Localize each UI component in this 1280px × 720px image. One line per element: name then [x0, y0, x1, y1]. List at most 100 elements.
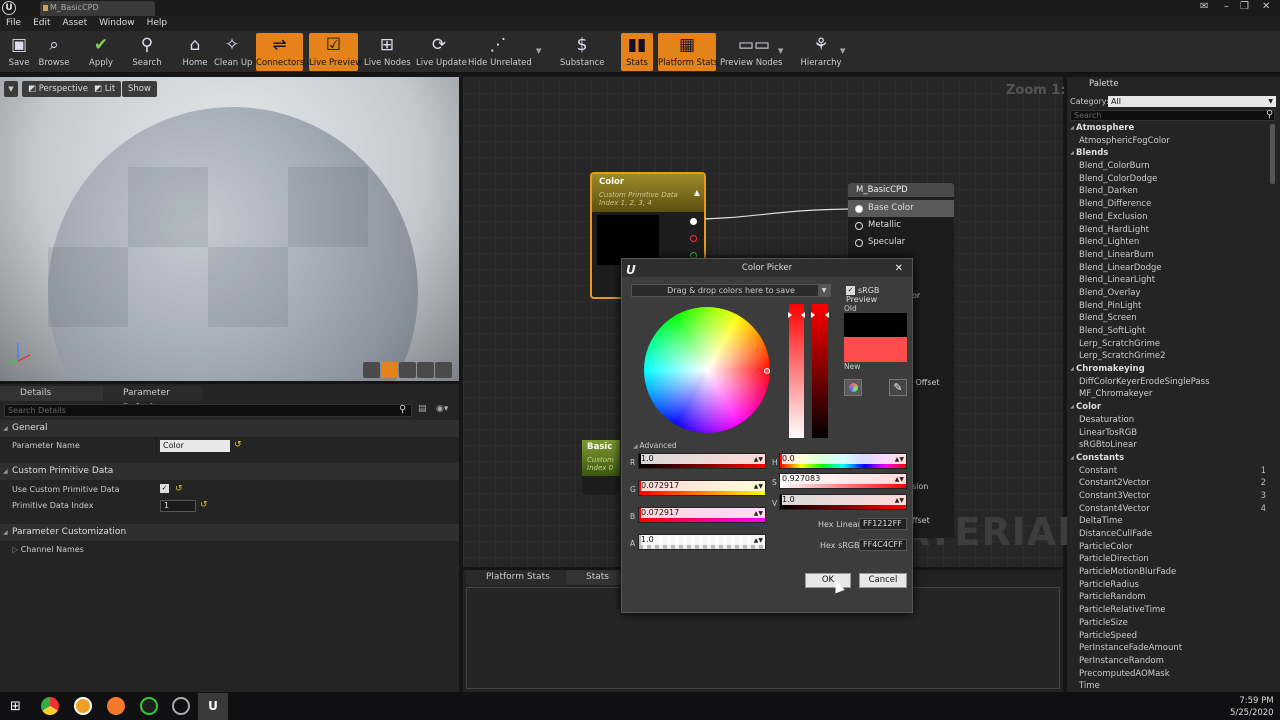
save-button[interactable]: ▣ Save [4, 33, 34, 71]
palette-item[interactable]: Blend_Difference [1070, 198, 1270, 211]
menu-window[interactable]: Window [93, 16, 141, 31]
palette-item[interactable]: Blend_Screen [1070, 312, 1270, 325]
palette-item[interactable]: Constant4Vector 4 [1070, 503, 1270, 516]
material-pin-partial[interactable]: or [912, 291, 920, 300]
app-icon[interactable] [74, 697, 92, 715]
primitive-data-index-field[interactable]: 1 [160, 500, 196, 512]
palette-item[interactable]: PrecomputedAOMask [1070, 668, 1270, 681]
perspective-button[interactable]: ◩ Perspective [22, 81, 94, 97]
palette-item[interactable]: Blend_LinearLight [1070, 274, 1270, 287]
eyedropper-icon[interactable]: ✎ [889, 379, 907, 396]
document-tab[interactable]: M_BasicCPD [40, 1, 155, 16]
show-button[interactable]: Show [122, 81, 157, 97]
tab-platform-stats[interactable]: Platform Stats [466, 570, 566, 585]
palette-item[interactable]: Blend_PinLight [1070, 300, 1270, 313]
system-clock[interactable]: 7:59 PM 5/25/2020 [1230, 695, 1274, 719]
connectors-button[interactable]: ⇌ Connectors [256, 33, 304, 71]
parameter-name-field[interactable]: Color [160, 440, 230, 452]
plane-shape-icon[interactable] [399, 362, 416, 378]
lit-button[interactable]: ◩ Lit [88, 81, 122, 97]
blender-icon[interactable] [107, 697, 125, 715]
palette-item[interactable]: Blend_SoftLight [1070, 325, 1270, 338]
palette-item[interactable]: Desaturation [1070, 414, 1270, 427]
live-update-button[interactable]: ⟳ Live Update [416, 33, 467, 71]
category-select[interactable]: All ▼ [1108, 96, 1276, 107]
s-channel-input[interactable]: 0.927083 ▲▼ [779, 473, 907, 489]
saturation-slider[interactable] [788, 304, 805, 438]
preview-nodes-button[interactable]: ▭▭ Preview Nodes [720, 33, 782, 71]
reset-to-default-icon[interactable]: ↺ [200, 500, 208, 510]
close-icon[interactable]: ✕ [895, 260, 903, 278]
section-custom-primitive-data[interactable]: Custom Primitive Data [0, 463, 459, 480]
srgb-preview-checkbox[interactable]: ✓ sRGB Preview [846, 286, 912, 304]
output-pin-red[interactable] [690, 235, 697, 242]
chevron-down-icon[interactable]: ▼ [818, 285, 830, 296]
browse-button[interactable]: ⌕ Browse [38, 33, 70, 71]
old-color-swatch[interactable] [844, 313, 907, 337]
feedback-icon[interactable]: ✉ [1200, 1, 1208, 12]
reset-to-default-icon[interactable]: ↺ [175, 484, 183, 494]
tab-stats[interactable]: Stats [566, 570, 626, 585]
section-general[interactable]: General [0, 420, 459, 437]
palette-search-input[interactable]: Search [1070, 110, 1275, 121]
b-channel-input[interactable]: 0.072917 ▲▼ [638, 507, 766, 523]
cleanup-button[interactable]: ✧ Clean Up [214, 33, 252, 71]
hex-srgb-input[interactable]: FF4C4CFF [859, 539, 907, 551]
apply-button[interactable]: ✔ Apply [86, 33, 116, 71]
a-channel-input[interactable]: 1.0 ▲▼ [638, 534, 766, 550]
hierarchy-dropdown-icon[interactable]: ▼ [840, 47, 845, 55]
viewport-options-dropdown-icon[interactable]: ▼ [4, 81, 18, 97]
palette-item[interactable]: Blend_HardLight [1070, 224, 1270, 237]
color-theme-drop-zone[interactable]: Drag & drop colors here to save ▼ [631, 284, 831, 297]
color-theme-icon[interactable] [844, 379, 862, 396]
windows-start-icon[interactable]: ⊞ [10, 699, 21, 714]
palette-item[interactable]: Blend_ColorDodge [1070, 173, 1270, 186]
value-slider[interactable] [811, 304, 829, 438]
hide-unrelated-dropdown-icon[interactable]: ▼ [536, 47, 541, 55]
material-pin-partial[interactable]: ffset [912, 516, 930, 525]
menu-edit[interactable]: Edit [27, 16, 56, 31]
palette-category[interactable]: Blends [1070, 147, 1270, 160]
dialog-title-bar[interactable]: U Color Picker ✕ [622, 259, 912, 277]
palette-item[interactable]: Blend_Overlay [1070, 287, 1270, 300]
palette-category[interactable]: Constants [1070, 452, 1270, 465]
minimize-icon[interactable]: – [1224, 1, 1229, 12]
specular-pin[interactable]: Specular [848, 234, 954, 251]
palette-item[interactable]: Constant 1 [1070, 465, 1270, 478]
palette-item[interactable]: Time [1070, 680, 1270, 692]
palette-category[interactable]: Chromakeying [1070, 363, 1270, 376]
unreal-taskbar-button[interactable]: U [198, 693, 228, 720]
tab-palette[interactable]: Palette [1069, 78, 1169, 90]
section-parameter-customization[interactable]: Parameter Customization [0, 524, 459, 541]
maximize-icon[interactable]: ❐ [1240, 1, 1249, 12]
palette-item[interactable]: Blend_Darken [1070, 185, 1270, 198]
h-channel-input[interactable]: 0.0 ▲▼ [779, 453, 907, 469]
substance-button[interactable]: $ Substance [560, 33, 604, 71]
palette-item[interactable]: PerInstanceFadeAmount [1070, 642, 1270, 655]
r-channel-input[interactable]: 1.0 ▲▼ [638, 453, 766, 469]
mesh-shape-icon[interactable] [435, 362, 452, 378]
channel-names-label[interactable]: ▷ Channel Names [12, 545, 84, 554]
clock-app-icon[interactable] [172, 697, 190, 715]
palette-item[interactable]: ParticleDirection [1070, 553, 1270, 566]
palette-item[interactable]: Blend_Exclusion [1070, 211, 1270, 224]
palette-item[interactable]: MF_Chromakeyer [1070, 388, 1270, 401]
live-nodes-button[interactable]: ⊞ Live Nodes [364, 33, 411, 71]
headset-icon[interactable] [140, 697, 158, 715]
palette-item[interactable]: Blend_ColorBurn [1070, 160, 1270, 173]
palette-item[interactable]: AtmosphericFogColor [1070, 135, 1270, 148]
palette-item[interactable]: Blend_LinearDodge [1070, 262, 1270, 275]
sphere-shape-icon[interactable] [381, 362, 398, 378]
palette-item[interactable]: PerInstanceRandom [1070, 655, 1270, 668]
grid-view-icon[interactable]: ▤ [418, 404, 427, 414]
palette-item[interactable]: Blend_Lighten [1070, 236, 1270, 249]
palette-item[interactable]: ParticleColor [1070, 541, 1270, 554]
palette-item[interactable]: ParticleSize [1070, 617, 1270, 630]
output-pin-white[interactable] [690, 218, 697, 225]
eye-icon[interactable]: ◉▾ [436, 404, 448, 414]
basic-parameter-node[interactable]: Basic Custom Index 0 [582, 440, 620, 495]
palette-item[interactable]: ParticleRandom [1070, 591, 1270, 604]
palette-item[interactable]: ParticleRadius [1070, 579, 1270, 592]
hide-unrelated-button[interactable]: ⋰ Hide Unrelated [468, 33, 532, 71]
advanced-section-header[interactable]: ◢ Advanced [633, 441, 677, 450]
